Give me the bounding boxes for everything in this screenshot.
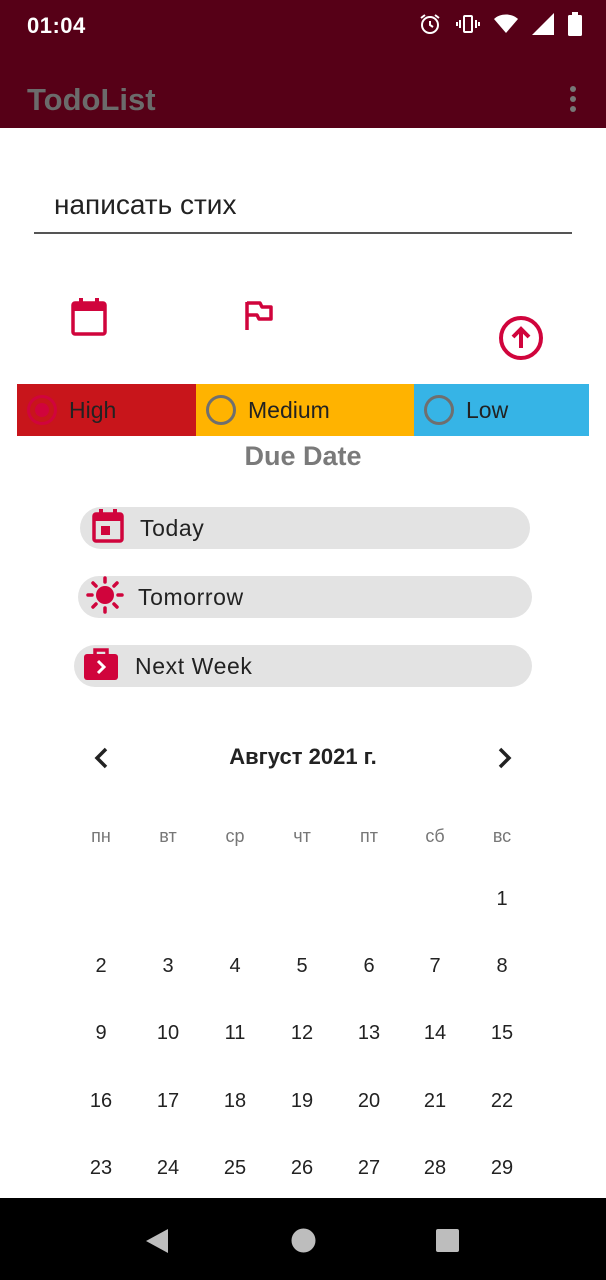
calendar-day[interactable]: 8: [477, 946, 527, 986]
weekday-label: сб: [425, 826, 445, 846]
signal-icon: [532, 13, 554, 40]
priority-high-option[interactable]: High: [17, 384, 196, 436]
calendar-day[interactable]: 21: [410, 1081, 460, 1121]
weekday-label: вс: [492, 826, 512, 846]
priority-low-option[interactable]: Low: [414, 384, 589, 436]
app-title: TodoList: [27, 82, 156, 117]
status-time: 01:04: [27, 13, 86, 38]
priority-medium-option[interactable]: Medium: [196, 384, 414, 436]
calendar-day[interactable]: 3: [143, 946, 193, 986]
priority-medium-label: Medium: [248, 396, 330, 423]
tomorrow-chip[interactable]: Tomorrow: [78, 575, 532, 619]
priority-low-label: Low: [466, 396, 509, 423]
next-week-chip[interactable]: Next Week: [74, 645, 532, 687]
calendar-today-icon: [92, 508, 124, 548]
priority-selector: High Medium Low: [17, 384, 589, 436]
priority-high-label: High: [69, 396, 117, 423]
calendar-day[interactable]: 28: [410, 1148, 460, 1188]
flag-icon[interactable]: [244, 300, 274, 337]
calendar-day[interactable]: 24: [143, 1148, 193, 1188]
calendar-day[interactable]: 5: [277, 946, 327, 986]
calendar-day[interactable]: 20: [344, 1081, 394, 1121]
calendar-day[interactable]: 12: [277, 1013, 327, 1053]
calendar-day[interactable]: 27: [344, 1148, 394, 1188]
app-bar: TodoList: [0, 52, 606, 128]
back-icon[interactable]: [144, 1227, 170, 1260]
calendar-day[interactable]: 15: [477, 1013, 527, 1053]
weekday-label: вт: [159, 826, 177, 846]
vibrate-icon: [456, 12, 480, 41]
calendar-day[interactable]: 10: [143, 1013, 193, 1053]
sun-icon: [86, 575, 124, 619]
calendar-day[interactable]: 4: [210, 946, 260, 986]
calendar-day[interactable]: 16: [76, 1081, 126, 1121]
calendar-day[interactable]: 13: [344, 1013, 394, 1053]
calendar-day[interactable]: 26: [277, 1148, 327, 1188]
weekday-label: пт: [360, 826, 378, 846]
home-icon[interactable]: [291, 1228, 316, 1258]
due-date-title: Due Date: [244, 441, 362, 471]
overflow-menu-icon[interactable]: [568, 86, 578, 116]
calendar-day[interactable]: 18: [210, 1081, 260, 1121]
task-input[interactable]: [34, 178, 572, 234]
calendar-day[interactable]: 6: [344, 946, 394, 986]
weekday-label: пн: [91, 826, 111, 846]
status-icons: [418, 12, 582, 41]
calendar-day[interactable]: 22: [477, 1081, 527, 1121]
calendar-icon[interactable]: [70, 297, 108, 342]
next-week-label: Next Week: [135, 652, 253, 679]
recents-icon[interactable]: [435, 1228, 460, 1258]
calendar-day[interactable]: 17: [143, 1081, 193, 1121]
calendar-day[interactable]: 25: [210, 1148, 260, 1188]
calendar-day[interactable]: 1: [477, 879, 527, 919]
calendar-day[interactable]: 29: [477, 1148, 527, 1188]
battery-icon: [568, 12, 582, 41]
tomorrow-label: Tomorrow: [138, 583, 244, 610]
calendar-header: Август 2021 г.: [0, 738, 606, 778]
priority-medium-radio[interactable]: [206, 395, 236, 425]
calendar-day[interactable]: 2: [76, 946, 126, 986]
calendar-day[interactable]: 7: [410, 946, 460, 986]
calendar-month-label: Август 2021 г.: [229, 744, 377, 769]
today-label: Today: [140, 514, 205, 541]
calendar-day[interactable]: 14: [410, 1013, 460, 1053]
briefcase-icon: [83, 647, 119, 686]
calendar-day[interactable]: 11: [210, 1013, 260, 1053]
wifi-icon: [494, 13, 518, 40]
weekday-label: чт: [293, 826, 311, 846]
priority-low-radio[interactable]: [424, 395, 454, 425]
priority-high-radio[interactable]: [27, 395, 57, 425]
calendar-day[interactable]: 9: [76, 1013, 126, 1053]
next-month-button[interactable]: [494, 746, 514, 770]
calendar-day[interactable]: 23: [76, 1148, 126, 1188]
calendar-day[interactable]: 19: [277, 1081, 327, 1121]
weekday-label: ср: [225, 826, 245, 846]
submit-upload-button[interactable]: [498, 315, 544, 366]
system-navigation-bar: [0, 1198, 606, 1280]
status-bar: 01:04: [0, 0, 606, 52]
alarm-icon: [418, 12, 442, 41]
today-chip[interactable]: Today: [80, 507, 530, 549]
